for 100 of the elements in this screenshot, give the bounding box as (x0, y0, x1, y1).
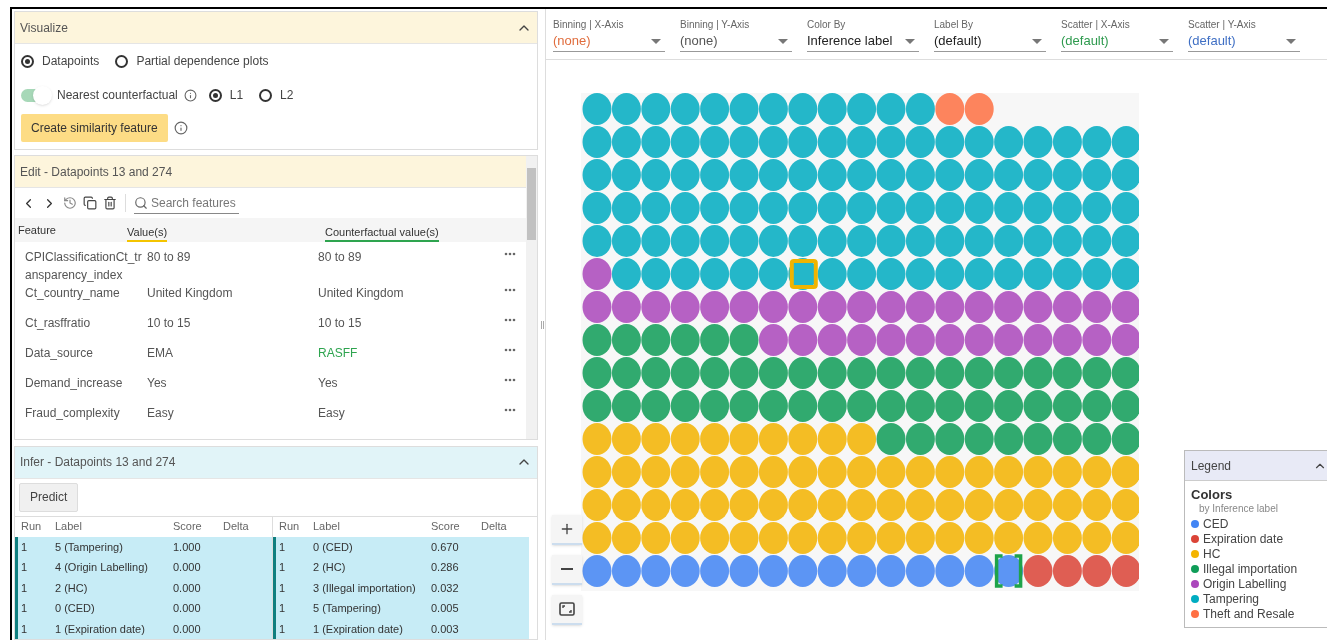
feature-value: EMA (147, 345, 174, 362)
dropdown[interactable]: Binning | X-Axis (none) (553, 19, 665, 52)
score-cell-text: 0.000 (173, 621, 202, 637)
toggle-label: Nearest counterfactual (57, 87, 178, 104)
feature-name: CPIClassificationCt_transparency_index (24, 249, 143, 284)
more-icon[interactable] (504, 348, 516, 352)
column-header: Feature (17, 222, 57, 238)
feature-value: Easy (147, 405, 175, 422)
counterfactual-value[interactable]: Yes (318, 374, 504, 392)
info-icon[interactable] (173, 121, 188, 135)
dropdown[interactable]: Label By (default) (934, 19, 1046, 52)
more-icon[interactable] (504, 318, 516, 322)
caret-icon (1159, 38, 1169, 44)
visualize-header[interactable]: Visualize (15, 12, 537, 44)
dropdown[interactable]: Scatter | X-Axis (default) (1061, 19, 1173, 52)
dropdown-label: Scatter | Y-Axis (1188, 19, 1257, 31)
feature-value: 80 to 89 (147, 249, 192, 266)
search-icon (134, 195, 148, 210)
column-header: Run (278, 519, 301, 535)
fit-screen-icon (559, 602, 575, 616)
radio-icon[interactable] (21, 54, 34, 68)
dropdown-value: (default) (1188, 32, 1236, 51)
copy-icon[interactable] (83, 196, 97, 210)
more-icon[interactable] (504, 252, 516, 256)
zoom-in-button[interactable] (552, 515, 582, 545)
label-cell-text: 2 (HC) (55, 580, 89, 596)
more-icon[interactable] (504, 378, 516, 382)
score-cell-text: 0.286 (431, 560, 460, 575)
label-cell-text: 1 (Expiration date) (313, 621, 404, 637)
column-header: Value(s) (127, 223, 325, 242)
column-header: Counterfactual value(s) (325, 223, 439, 242)
score-cell-text: 0.000 (173, 560, 202, 575)
dropdown-label: Binning | X-Axis (553, 19, 625, 31)
run-cell-text: 1 (20, 580, 29, 596)
score-cell-text: 0.003 (431, 621, 460, 637)
plus-icon (559, 521, 575, 537)
infer-header[interactable]: Infer - Datapoints 13 and 274 (15, 446, 537, 479)
legend-label: CED (1203, 515, 1229, 533)
caret-icon (1032, 38, 1042, 44)
legend-header[interactable]: Legend (1185, 451, 1327, 481)
score-cell-text: 1.000 (173, 539, 202, 555)
counterfactual-value[interactable]: United Kingdom (318, 284, 504, 302)
dropdown-value: (none) (680, 32, 718, 51)
label-cell-text: 5 (Tampering) (313, 601, 382, 616)
dropdown-label: Binning | Y-Axis (680, 19, 751, 31)
label-cell-text: 0 (CED) (313, 539, 354, 555)
feature-name: Data_source (24, 345, 95, 362)
feature-value: 10 to 15 (147, 315, 192, 332)
section-title: Infer - Datapoints 13 and 274 (20, 454, 176, 471)
counterfactual-value[interactable]: Easy (318, 404, 504, 422)
score-cell-text: 0.670 (431, 539, 460, 555)
column-header: Delta (223, 519, 250, 535)
label-cell-text: 2 (HC) (313, 560, 347, 575)
radio-icon[interactable] (208, 88, 222, 102)
resize-handle[interactable] (541, 320, 544, 329)
caret-icon (778, 38, 788, 44)
label-cell-text: 4 (Origin Labelling) (55, 560, 149, 575)
dropdown[interactable]: Color By Inference label (807, 19, 919, 52)
label-cell-text: 0 (CED) (55, 601, 96, 616)
similarity-button[interactable]: Create similarity feature (21, 114, 168, 142)
info-icon[interactable] (183, 88, 197, 102)
dropdown-label: Scatter | X-Axis (1061, 19, 1131, 31)
legend-label: Expiration date (1203, 530, 1284, 548)
dropdown-label: Label By (934, 19, 974, 31)
legend-label: Theft and Resale (1203, 606, 1295, 623)
score-cell-text: 0.000 (173, 601, 202, 616)
score-cell-text: 0.005 (431, 601, 460, 616)
legend-heading: Colors (1191, 487, 1234, 502)
scrollbar[interactable] (526, 156, 537, 439)
zoom-out-button[interactable] (552, 555, 582, 585)
history-icon[interactable] (63, 196, 77, 210)
toggle-switch[interactable] (21, 88, 51, 102)
dropdown[interactable]: Scatter | Y-Axis (default) (1188, 19, 1300, 52)
distance-radio[interactable]: L1 (208, 86, 244, 104)
radio-icon[interactable] (115, 54, 129, 68)
counterfactual-value[interactable]: 10 to 15 (318, 314, 504, 332)
feature-name: Fraud_complexity (24, 405, 121, 422)
dropdown-value: (default) (934, 32, 982, 51)
search-field[interactable]: Search features (134, 192, 239, 214)
dropdown-label: Color By (807, 19, 847, 31)
dropdown[interactable]: Binning | Y-Axis (none) (680, 19, 792, 52)
fit-screen-button[interactable] (552, 595, 582, 625)
trash-icon[interactable] (103, 196, 117, 210)
distance-radio[interactable]: L2 (259, 86, 294, 104)
predict-button[interactable]: Predict (19, 482, 79, 512)
feature-value: United Kingdom (147, 285, 234, 302)
feature-name: Ct_rasffratio (24, 315, 92, 332)
more-icon[interactable] (504, 408, 516, 412)
counterfactual-value[interactable]: 80 to 89 (318, 248, 504, 266)
dropdown-value: (none) (553, 32, 591, 51)
label-cell-text: 1 (Expiration date) (55, 621, 146, 637)
mode-radio[interactable]: Partial dependence plots (115, 52, 269, 70)
column-header: Run (20, 519, 43, 535)
mode-radio[interactable]: Datapoints (21, 52, 100, 70)
more-icon[interactable] (504, 288, 516, 292)
legend-label: Origin Labelling (1203, 576, 1287, 593)
legend-label: Tampering (1203, 591, 1260, 608)
legend-subtitle: by Inference label (1198, 502, 1279, 516)
caret-icon (1286, 38, 1296, 44)
radio-icon[interactable] (259, 88, 273, 102)
